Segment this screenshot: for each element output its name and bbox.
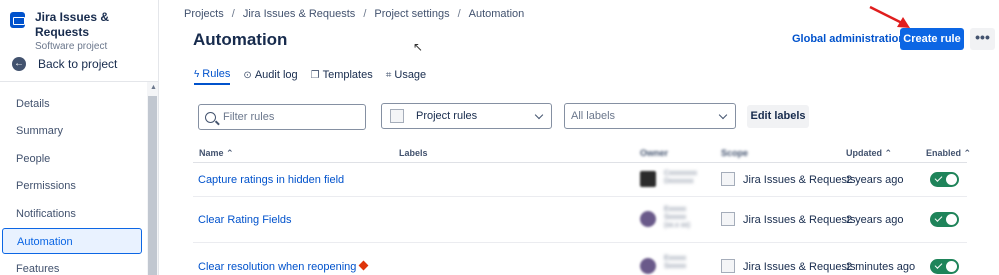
red-arrow-annotation-icon: [869, 5, 910, 28]
tab-label: Rules: [202, 68, 231, 80]
enabled-toggle[interactable]: [930, 172, 959, 187]
filter-placeholder: Filter rules: [223, 111, 275, 123]
tabs: ϟ Rules ⊙ Audit log ❐ Templates ⌗ Usage: [194, 68, 439, 85]
scope-text: Jira Issues & Requests: [743, 174, 856, 186]
owner-name: Cxxxxxxxx Dxxxxxxx: [664, 170, 698, 185]
copy-icon: ❐: [310, 69, 320, 81]
lightning-icon: ϟ: [194, 68, 200, 80]
tab-label: Audit log: [254, 69, 298, 81]
sidebar-item-features[interactable]: Features: [0, 256, 146, 275]
breadcrumb-project[interactable]: Jira Issues & Requests: [243, 8, 356, 20]
enabled-toggle[interactable]: [930, 259, 959, 274]
mouse-cursor-icon: ↖: [413, 40, 424, 54]
table-header-divider: [193, 162, 967, 163]
tab-audit-log[interactable]: ⊙ Audit log: [243, 68, 297, 85]
rule-name-link[interactable]: Clear resolution when reopening: [198, 260, 369, 273]
owner-name: Exxxxx Sxxxxx: [664, 255, 687, 270]
owner-name: Exxxxx Sxxxxx (xx.x xx): [664, 206, 691, 229]
tab-rules[interactable]: ϟ Rules: [194, 68, 231, 85]
avatar: [640, 171, 656, 187]
tab-label: Templates: [322, 69, 373, 81]
column-header-labels: Labels: [399, 148, 428, 158]
arrow-left-icon: ←: [12, 57, 26, 71]
labels-value: All labels: [571, 110, 616, 122]
updated-text: 2 years ago: [846, 214, 904, 226]
more-actions-button[interactable]: •••: [970, 28, 995, 50]
column-header-scope[interactable]: Scope: [721, 148, 748, 158]
check-circle-icon: ⊙: [243, 69, 252, 81]
project-sidebar: Jira Issues & Requests Software project …: [0, 0, 159, 275]
column-header-owner[interactable]: Owner: [640, 148, 668, 158]
project-header[interactable]: Jira Issues & Requests Software project: [10, 10, 158, 53]
avatar: [640, 211, 656, 227]
project-type: Software project: [34, 41, 108, 52]
chart-icon: ⌗: [385, 69, 392, 81]
row-divider: [193, 242, 967, 243]
breadcrumb-projects[interactable]: Projects: [184, 8, 224, 20]
breadcrumb-separator: /: [363, 8, 367, 20]
chevron-down-icon: [718, 110, 728, 120]
sidebar-item-permissions[interactable]: Permissions: [0, 173, 146, 199]
updated-text: 2 years ago: [846, 174, 904, 186]
search-icon: [205, 111, 216, 123]
sidebar-item-notifications[interactable]: Notifications: [0, 201, 146, 227]
column-header-updated[interactable]: Updated ⌃: [846, 148, 892, 159]
scope-text: Jira Issues & Requests: [743, 214, 856, 226]
chevron-down-icon: [534, 110, 544, 120]
page-title: Automation: [193, 30, 288, 49]
project-image-icon: [721, 259, 735, 273]
sidebar-item-summary[interactable]: Summary: [0, 118, 146, 144]
labels-select[interactable]: All labels: [564, 103, 736, 129]
scope-text: Jira Issues & Requests: [743, 261, 856, 273]
rule-name-link[interactable]: Capture ratings in hidden field: [198, 174, 344, 186]
project-name: Jira Issues & Requests: [34, 10, 110, 39]
row-divider: [193, 196, 967, 197]
sidebar-divider: [0, 81, 159, 82]
sidebar-item-automation[interactable]: Automation: [2, 228, 142, 254]
column-header-enabled[interactable]: Enabled ⌃: [926, 148, 971, 159]
scroll-up-icon[interactable]: ▲: [150, 84, 157, 91]
back-label: Back to project: [38, 57, 118, 71]
rule-name-link[interactable]: Clear Rating Fields: [198, 214, 292, 226]
project-image-icon: [721, 172, 735, 186]
back-to-project-button[interactable]: ← Back to project: [12, 57, 117, 71]
breadcrumb-separator: /: [457, 8, 461, 20]
column-header-name[interactable]: Name ⌃: [199, 148, 234, 159]
project-image-icon: [721, 212, 735, 226]
sidebar-item-details[interactable]: Details: [0, 91, 146, 117]
scrollbar-thumb[interactable]: [148, 96, 157, 275]
enabled-toggle[interactable]: [930, 212, 959, 227]
sidebar-item-people[interactable]: People: [0, 146, 146, 172]
scope-select[interactable]: Project rules: [381, 103, 552, 129]
tab-usage[interactable]: ⌗ Usage: [386, 68, 426, 85]
breadcrumb: Projects / Jira Issues & Requests / Proj…: [184, 8, 524, 20]
breadcrumb-project-settings[interactable]: Project settings: [374, 8, 449, 20]
global-administration-link[interactable]: Global administration: [792, 33, 905, 45]
breadcrumb-automation[interactable]: Automation: [469, 8, 525, 20]
warning-diamond-icon: [358, 260, 369, 271]
filter-rules-input[interactable]: Filter rules: [198, 104, 366, 130]
tab-label: Usage: [394, 69, 427, 81]
avatar: [640, 258, 656, 274]
updated-text: 2 minutes ago: [846, 261, 916, 273]
project-icon: [10, 12, 25, 28]
scope-value: Project rules: [416, 110, 478, 122]
breadcrumb-separator: /: [231, 8, 235, 20]
project-image-icon: [390, 109, 404, 123]
tab-templates[interactable]: ❐ Templates: [311, 68, 373, 85]
edit-labels-button[interactable]: Edit labels: [747, 105, 809, 128]
